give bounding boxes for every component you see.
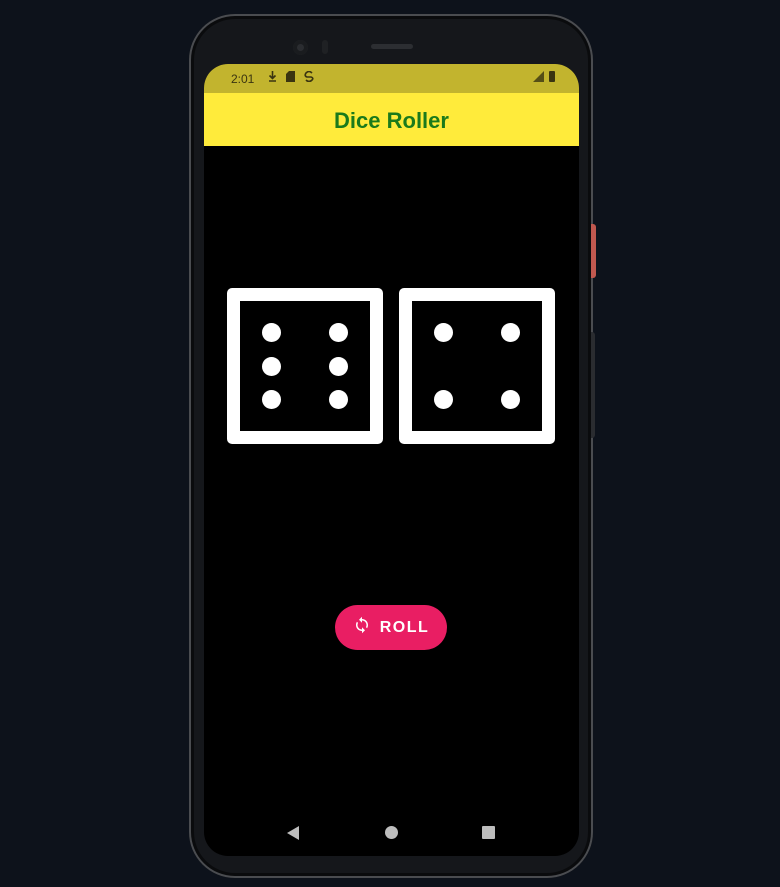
proximity-sensor: [322, 40, 328, 54]
status-bar: 2:01: [204, 64, 579, 93]
die-pip: [501, 323, 520, 342]
die-pip: [262, 323, 281, 342]
home-icon[interactable]: [385, 826, 398, 839]
signal-icon: [533, 71, 544, 82]
roll-button[interactable]: ROLL: [335, 605, 447, 650]
sd-card-icon: [286, 71, 295, 85]
die-pip: [329, 357, 348, 376]
die-pip: [434, 390, 453, 409]
volume-button: [591, 332, 595, 438]
sync-icon: [304, 70, 314, 85]
die-left: [227, 288, 383, 444]
notification-icons: [268, 70, 314, 85]
refresh-icon: [353, 616, 371, 639]
die-pip: [329, 323, 348, 342]
screen: 2:01 Dice Roller ROLL: [204, 64, 579, 856]
power-button: [591, 224, 596, 278]
earpiece-speaker: [371, 44, 413, 49]
status-time: 2:01: [231, 72, 255, 86]
die-pip: [501, 390, 520, 409]
die-pip: [262, 390, 281, 409]
die-pip: [434, 323, 453, 342]
back-icon[interactable]: [287, 826, 299, 840]
die-pip: [329, 390, 348, 409]
app-title: Dice Roller: [334, 107, 449, 133]
system-icons: [533, 71, 555, 82]
roll-button-label: ROLL: [379, 618, 430, 636]
navigation-bar: [204, 812, 579, 856]
front-camera: [293, 40, 308, 55]
battery-icon: [549, 71, 555, 82]
download-icon: [268, 71, 277, 85]
die-pip: [262, 357, 281, 376]
die-right: [399, 288, 555, 444]
recents-icon[interactable]: [482, 826, 495, 839]
app-bar: Dice Roller: [204, 93, 579, 146]
